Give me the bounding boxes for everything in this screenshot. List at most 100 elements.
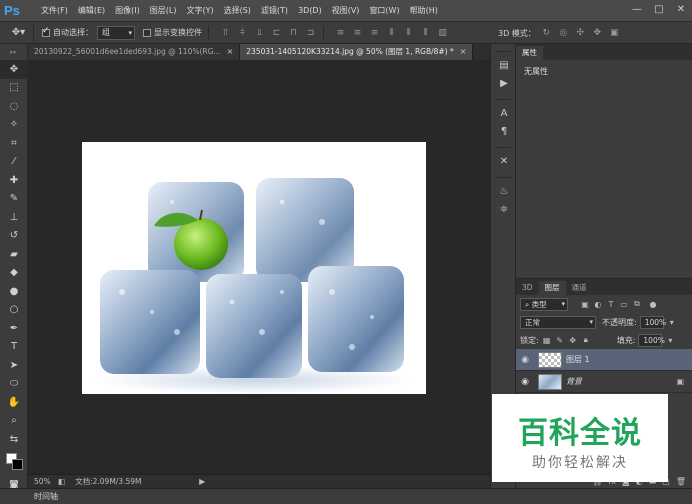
menu-type[interactable]: 文字(Y)	[181, 0, 218, 22]
swap-colors-icon[interactable]: ⇆	[0, 430, 28, 449]
marquee-tool-icon[interactable]: ⬚	[0, 79, 28, 98]
fill-input[interactable]: 100%	[638, 333, 665, 347]
brush-presets-icon[interactable]: ♨	[491, 182, 517, 200]
show-transform-checkbox[interactable]	[143, 28, 151, 37]
lock-all-icon[interactable]: 🔒︎	[581, 335, 591, 345]
distribute-vcenter-icon[interactable]: ≡	[351, 26, 364, 39]
lock-pixels-icon[interactable]: ✎	[555, 335, 565, 345]
distribute-top-icon[interactable]: ≡	[334, 26, 347, 39]
filter-type-icon[interactable]: T	[606, 299, 616, 309]
layer-row-background[interactable]: ◉ 背景 ▣	[516, 371, 692, 393]
align-left-icon[interactable]: ⊏	[270, 26, 283, 39]
restore-button[interactable]: □	[648, 0, 670, 18]
blend-mode-dropdown[interactable]: 正常 ▾	[520, 315, 596, 329]
menu-edit[interactable]: 编辑(E)	[73, 0, 110, 22]
menu-file[interactable]: 文件(F)	[36, 0, 73, 22]
history-brush-tool-icon[interactable]: ↺	[0, 227, 28, 246]
menu-image[interactable]: 图像(I)	[110, 0, 145, 22]
filter-pixel-icon[interactable]: ▣	[580, 299, 590, 309]
fill-slider-icon[interactable]: ▾	[665, 335, 675, 345]
visibility-eye-icon[interactable]: ◉	[516, 355, 534, 365]
lock-transparency-icon[interactable]: ▦	[542, 335, 552, 345]
auto-select-dropdown[interactable]: 组	[97, 25, 135, 40]
status-info-icon[interactable]: ◧	[58, 477, 65, 486]
character-panel-icon[interactable]: A	[491, 104, 517, 122]
status-menu-arrow-icon[interactable]: ▶	[199, 477, 205, 486]
scale-3d-icon[interactable]: ▣	[608, 27, 621, 40]
tab-3d[interactable]: 3D	[516, 281, 539, 295]
type-tool-icon[interactable]: T	[0, 338, 28, 357]
drag-3d-icon[interactable]: ✣	[574, 27, 587, 40]
lock-position-icon[interactable]: ✥	[568, 335, 578, 345]
tool-presets-icon[interactable]: ✕	[491, 152, 517, 170]
tab-properties[interactable]: 属性	[516, 46, 543, 60]
filter-toggle[interactable]: ●	[648, 299, 658, 309]
filter-adjustment-icon[interactable]: ◐	[593, 299, 603, 309]
adjustments-icon[interactable]: ≑	[491, 200, 517, 218]
crop-tool-icon[interactable]: ⌗	[0, 134, 28, 153]
history-panel-icon[interactable]: ▤	[491, 56, 517, 74]
zoom-level[interactable]: 50%	[28, 477, 58, 486]
blur-tool-icon[interactable]: ●	[0, 282, 28, 301]
canvas-area[interactable]	[28, 60, 490, 474]
tab-channels[interactable]: 通道	[566, 281, 593, 295]
eyedropper-tool-icon[interactable]: ⁄	[0, 153, 28, 172]
visibility-eye-icon[interactable]: ◉	[516, 377, 534, 387]
minimize-button[interactable]: —	[626, 0, 648, 18]
close-tab-icon[interactable]: ×	[227, 44, 234, 60]
roll-3d-icon[interactable]: ◎	[557, 27, 570, 40]
shape-tool-icon[interactable]: ⬭	[0, 375, 28, 394]
background-color-swatch[interactable]	[12, 458, 23, 470]
healing-brush-tool-icon[interactable]: ✚	[0, 171, 28, 190]
layer-row-layer-1[interactable]: ◉ 图层 1	[516, 349, 692, 371]
document-canvas[interactable]	[82, 142, 426, 394]
brush-tool-icon[interactable]: ✎	[0, 190, 28, 209]
distribute-right-icon[interactable]: ⦀	[419, 26, 432, 39]
layer-name[interactable]: 背景	[566, 376, 582, 387]
actions-panel-icon[interactable]: ▶	[491, 74, 517, 92]
layer-name[interactable]: 图层 1	[566, 354, 590, 365]
dodge-tool-icon[interactable]: ○	[0, 301, 28, 320]
menu-window[interactable]: 窗口(W)	[364, 0, 404, 22]
lasso-tool-icon[interactable]: ◌	[0, 97, 28, 116]
menu-view[interactable]: 视图(V)	[327, 0, 365, 22]
rotate-3d-icon[interactable]: ↻	[540, 27, 553, 40]
tab-layers[interactable]: 图层	[538, 281, 566, 295]
timeline-tab[interactable]: 时间轴	[34, 491, 58, 502]
filter-smart-object-icon[interactable]: ⧉	[632, 299, 642, 309]
distribute-left-icon[interactable]: ⦀	[385, 26, 398, 39]
align-bottom-icon[interactable]: ⫫	[253, 26, 266, 39]
align-hcenter-icon[interactable]: ⊓	[287, 26, 300, 39]
menu-filter[interactable]: 滤镜(T)	[256, 0, 293, 22]
align-right-icon[interactable]: ⊐	[304, 26, 317, 39]
paragraph-panel-icon[interactable]: ¶	[491, 122, 517, 140]
move-tool-icon[interactable]: ✥	[0, 60, 28, 79]
eraser-tool-icon[interactable]: ▰	[0, 245, 28, 264]
opacity-slider-icon[interactable]: ▾	[667, 317, 677, 327]
pen-tool-icon[interactable]: ✒	[0, 319, 28, 338]
zoom-tool-icon[interactable]: ⌕	[0, 412, 28, 431]
distribute-bottom-icon[interactable]: ≡	[368, 26, 381, 39]
toolbar-grip[interactable]: ▸▸	[0, 44, 27, 60]
distribute-hcenter-icon[interactable]: ⦀	[402, 26, 415, 39]
tab-document-1[interactable]: 20130922_56001d6ee1ded693.jpg @ 110%(RG.…	[28, 44, 241, 60]
paint-bucket-tool-icon[interactable]: ◆	[0, 264, 28, 283]
slide-3d-icon[interactable]: ✥	[591, 27, 604, 40]
menu-help[interactable]: 帮助(H)	[405, 0, 443, 22]
path-selection-tool-icon[interactable]: ➤	[0, 356, 28, 375]
auto-align-icon[interactable]: ▥	[436, 26, 449, 39]
auto-select-checkbox[interactable]	[42, 26, 50, 37]
align-vcenter-icon[interactable]: ⫩	[236, 26, 249, 39]
hand-tool-icon[interactable]: ✋	[0, 393, 28, 412]
tab-document-2[interactable]: 235031-1405120K33214.jpg @ 50% (图层 1, RG…	[240, 44, 474, 60]
opacity-input[interactable]: 100%	[639, 315, 666, 329]
clone-stamp-tool-icon[interactable]: ⊥	[0, 208, 28, 227]
menu-select[interactable]: 选择(S)	[219, 0, 256, 22]
filter-shape-icon[interactable]: ▭	[619, 299, 629, 309]
close-tab-icon[interactable]: ×	[460, 44, 467, 60]
menu-layer[interactable]: 图层(L)	[145, 0, 182, 22]
menu-3d[interactable]: 3D(D)	[293, 0, 327, 22]
align-top-icon[interactable]: ⫪	[219, 26, 232, 39]
close-button[interactable]: ✕	[670, 0, 692, 18]
delete-layer-icon[interactable]: 🗑︎	[676, 477, 686, 486]
